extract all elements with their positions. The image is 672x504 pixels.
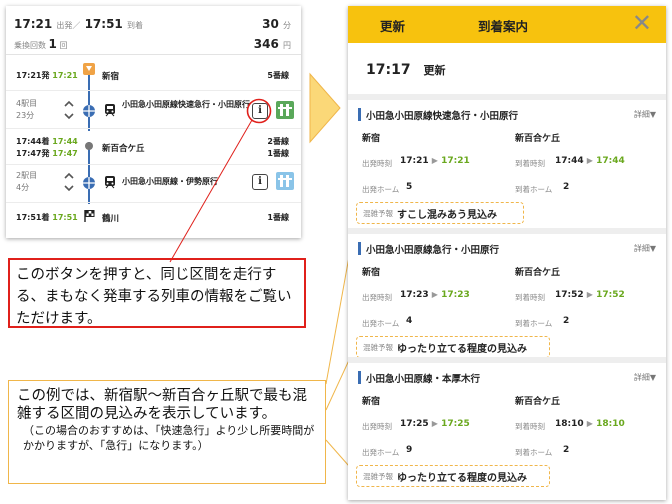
arr-time-value: 17:52 ▶ 17:52 xyxy=(555,290,625,300)
dep-time-label: 出発時刻 xyxy=(362,422,392,431)
arr-platform-label: 到着ホーム xyxy=(515,448,553,457)
arr-platform-label: 到着ホーム xyxy=(515,319,553,328)
arr-platform-value: 2 xyxy=(563,182,570,192)
crowd-value: すこし混みあう見込み xyxy=(397,210,497,221)
dep-time-value: 17:25 ▶ 17:25 xyxy=(400,419,470,429)
crowd-forecast: 混雑予報 すこし混みあう見込み xyxy=(356,202,524,224)
train-card: 小田急小田原線快速急行・小田原行 詳細▼ 新宿 新百合ケ丘出発時刻 17:21 ▶ 17… xyxy=(348,94,666,225)
dep-platform-label: 出発ホーム xyxy=(362,185,400,194)
detail-toggle[interactable]: 詳細▼ xyxy=(634,109,656,120)
time-update-button[interactable]: 更新 xyxy=(423,64,445,77)
to-station: 新百合ケ丘 xyxy=(515,134,561,144)
to-station: 新百合ケ丘 xyxy=(515,268,561,278)
arr-platform-value: 2 xyxy=(563,445,570,455)
to-station: 新百合ケ丘 xyxy=(515,397,561,407)
dep-platform-value: 5 xyxy=(406,182,413,192)
crowd-label: 混雑予報 xyxy=(363,343,393,352)
line-color-bar xyxy=(358,108,361,121)
header-update-button[interactable]: 更新 xyxy=(380,16,405,35)
detail-toggle[interactable]: 詳細▼ xyxy=(634,243,656,254)
arr-platform-value: 2 xyxy=(563,316,570,326)
from-station: 新宿 xyxy=(362,134,381,144)
train-name: 小田急小田原線急行・小田原行 xyxy=(366,245,500,256)
train-card: 小田急小田原線急行・小田原行 詳細▼ 新宿 新百合ケ丘出発時刻 17:23 ▶ 17:2… xyxy=(348,228,666,359)
example-sub-note: （この場合のおすすめは、「快速急行」より少し所要時間がかかりますが、「急行」にな… xyxy=(23,424,315,452)
button-explanation-callout: このボタンを押すと、同じ区間を走行する、まもなく発車する列車の情報をご覧いただけ… xyxy=(8,258,306,328)
arr-platform-label: 到着ホーム xyxy=(515,185,553,194)
current-time: 17:17 xyxy=(366,62,411,78)
dep-time-label: 出発時刻 xyxy=(362,159,392,168)
dep-platform-value: 9 xyxy=(406,445,413,455)
crowd-label: 混雑予報 xyxy=(363,472,393,481)
arr-time-value: 18:10 ▶ 18:10 xyxy=(555,419,625,429)
panel-title: 到着案内 xyxy=(478,19,529,34)
arrival-info-panel: 更新 到着案内 ✕ 17:17 更新 小田急小田原線快速急行・小田原行 詳細▼ 新宿… xyxy=(348,6,666,500)
dep-platform-value: 4 xyxy=(406,316,413,326)
example-explanation-callout: この例では、新宿駅～新百合ヶ丘駅で最も混雑する区間の見込みを表示しています。 （… xyxy=(8,380,326,484)
panel-header: 更新 到着案内 ✕ xyxy=(348,6,666,43)
dep-platform-label: 出発ホーム xyxy=(362,448,400,457)
crowd-value: ゆったり立てる程度の見込み xyxy=(397,473,527,484)
current-time-row: 17:17 更新 xyxy=(366,62,445,78)
crowd-forecast: 混雑予報 ゆったり立てる程度の見込み xyxy=(356,336,550,358)
train-name: 小田急小田原線・本厚木行 xyxy=(366,374,481,385)
dep-platform-label: 出発ホーム xyxy=(362,319,400,328)
arr-time-label: 到着時刻 xyxy=(515,422,545,431)
from-station: 新宿 xyxy=(362,268,381,278)
train-name: 小田急小田原線快速急行・小田原行 xyxy=(366,111,519,122)
chevron-arrow xyxy=(309,72,341,144)
crowd-forecast: 混雑予報 ゆったり立てる程度の見込み xyxy=(356,465,550,487)
crowd-value: ゆったり立てる程度の見込み xyxy=(397,344,527,355)
arr-time-label: 到着時刻 xyxy=(515,293,545,302)
arr-time-label: 到着時刻 xyxy=(515,159,545,168)
example-note: この例では、新宿駅～新百合ヶ丘駅で最も混雑する区間の見込みを表示しています。 xyxy=(17,388,307,422)
dep-time-value: 17:23 ▶ 17:23 xyxy=(400,290,470,300)
close-icon[interactable]: ✕ xyxy=(632,10,652,36)
detail-toggle[interactable]: 詳細▼ xyxy=(634,372,656,383)
line-color-bar xyxy=(358,242,361,255)
dep-time-label: 出発時刻 xyxy=(362,293,392,302)
arr-time-value: 17:44 ▶ 17:44 xyxy=(555,156,625,166)
dep-time-value: 17:21 ▶ 17:21 xyxy=(400,156,470,166)
crowd-label: 混雑予報 xyxy=(363,209,393,218)
train-card: 小田急小田原線・本厚木行 詳細▼ 新宿 新百合ケ丘出発時刻 17:25 ▶ 17:25 到… xyxy=(348,357,666,488)
from-station: 新宿 xyxy=(362,397,381,407)
line-color-bar xyxy=(358,371,361,384)
